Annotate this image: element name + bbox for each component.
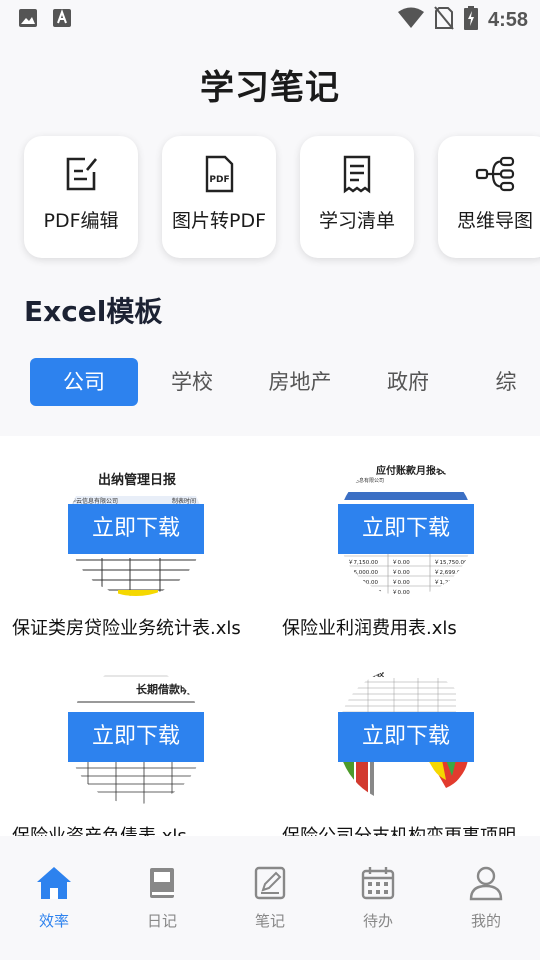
page-title: 学习笔记 [200, 68, 340, 108]
thumb-value: ￥2,269 [434, 589, 456, 596]
pdf-file-icon: PDF [205, 155, 234, 193]
nav-label: 日记 [146, 912, 177, 930]
thumb-title: 应付账款月报表 [376, 464, 447, 477]
tool-label: PDF编辑 [43, 210, 119, 232]
thumb-value: ￥1,236.00 [434, 579, 464, 586]
thumb-value: ￥15,750.00 [434, 559, 468, 566]
nav-label: 待办 [362, 912, 393, 930]
thumb-value: ￥2,699.00 [434, 569, 464, 576]
wifi-icon [397, 7, 424, 33]
svg-text:PDF: PDF [209, 175, 229, 185]
thumb-value: ￥0.00 [392, 589, 410, 596]
note-edit-icon [254, 866, 286, 900]
template-name: 保险公司分支机构变更事项明 [282, 822, 516, 836]
mind-map-icon [475, 156, 515, 192]
nav-label: 笔记 [254, 912, 285, 930]
tool-image-to-pdf[interactable]: PDF 图片转PDF [162, 136, 276, 258]
thumb-title: 长期借款明 [136, 682, 191, 696]
tool-pdf-edit[interactable]: PDF编辑 [24, 136, 138, 258]
battery-charging-icon [463, 6, 478, 34]
tab-government[interactable]: 政府 [362, 358, 454, 406]
download-button[interactable]: 立即下载 [338, 712, 474, 762]
thumb-title: 成本比较 [352, 668, 384, 678]
tab-more[interactable]: 综 [486, 358, 526, 406]
thumb-value: ￥35,000.00 [348, 589, 382, 596]
download-button[interactable]: 立即下载 [68, 712, 204, 762]
tab-real-estate[interactable]: 房地产 [254, 358, 346, 406]
template-card[interactable]: 出纳管理日报 华云信息有限公司 制表时间 立即下载 保证类房贷险业务统计表.xl… [0, 436, 270, 642]
thumb-value: ￥6,300.00 [348, 579, 378, 586]
thumb-value: ￥0.00 [392, 559, 410, 566]
nav-todo[interactable]: 待办 [324, 836, 432, 960]
checklist-icon [343, 155, 371, 194]
pdf-edit-icon [66, 157, 98, 191]
nav-notes[interactable]: 笔记 [216, 836, 324, 960]
calendar-icon [361, 867, 395, 900]
status-bar: 4:58 [0, 0, 540, 36]
download-button[interactable]: 立即下载 [338, 504, 474, 554]
image-icon [18, 8, 38, 32]
nav-label: 效率 [38, 912, 69, 930]
home-icon [37, 867, 71, 899]
template-list: 出纳管理日报 华云信息有限公司 制表时间 立即下载 保证类房贷险业务统计表.xl… [0, 436, 540, 836]
thumb-value: ￥0.00 [392, 579, 410, 586]
thumb-sub: 华云信息有限公司 [344, 477, 384, 484]
nav-profile[interactable]: 我的 [432, 836, 540, 960]
template-name: 保险业利润费用表.xls [282, 618, 457, 639]
tab-company[interactable]: 公司 [30, 358, 138, 406]
tool-label: 学习清单 [318, 210, 395, 232]
tab-school[interactable]: 学校 [146, 358, 238, 406]
nav-diary[interactable]: 日记 [108, 836, 216, 960]
tool-mind-map[interactable]: 思维导图 [438, 136, 540, 258]
status-time: 4:58 [487, 8, 528, 31]
user-icon [469, 866, 503, 901]
template-card[interactable]: 长期借款明 立即下载 保险业资产负债表.xls [0, 644, 270, 836]
thumb-title: 出纳管理日报 [98, 472, 177, 488]
template-name: 保险业资产负债表.xls [12, 822, 187, 836]
download-button[interactable]: 立即下载 [68, 504, 204, 554]
thumb-value: ￥0.00 [392, 569, 410, 576]
nav-label: 我的 [470, 912, 501, 930]
tool-label: 图片转PDF [171, 210, 267, 232]
nav-efficiency[interactable]: 效率 [0, 836, 108, 960]
font-a-icon [52, 8, 72, 32]
book-icon [150, 868, 174, 898]
tool-label: 思维导图 [456, 210, 533, 232]
thumb-value: ￥6,000.00 [348, 569, 378, 576]
tool-checklist[interactable]: 学习清单 [300, 136, 414, 258]
bottom-nav: 效率 日记 笔记 待办 我的 [0, 836, 540, 960]
tool-grid: PDF编辑 PDF 图片转PDF 学习清单 思维导图 [24, 136, 540, 258]
template-card[interactable]: 应付账款月报表 华云信息有限公司 ￥7,150.00 ￥0.00 ￥15,750… [270, 436, 540, 642]
template-card[interactable]: 成本比较 立即下载 保险公司分支机构变更事项明 [270, 644, 540, 836]
thumb-value: ￥7,150.00 [348, 559, 378, 566]
template-name: 保证类房贷险业务统计表.xls [12, 618, 241, 639]
no-sim-icon [434, 6, 454, 34]
category-tabs: 公司 学校 房地产 政府 综 [30, 358, 540, 406]
section-title: Excel模板 [24, 295, 163, 328]
